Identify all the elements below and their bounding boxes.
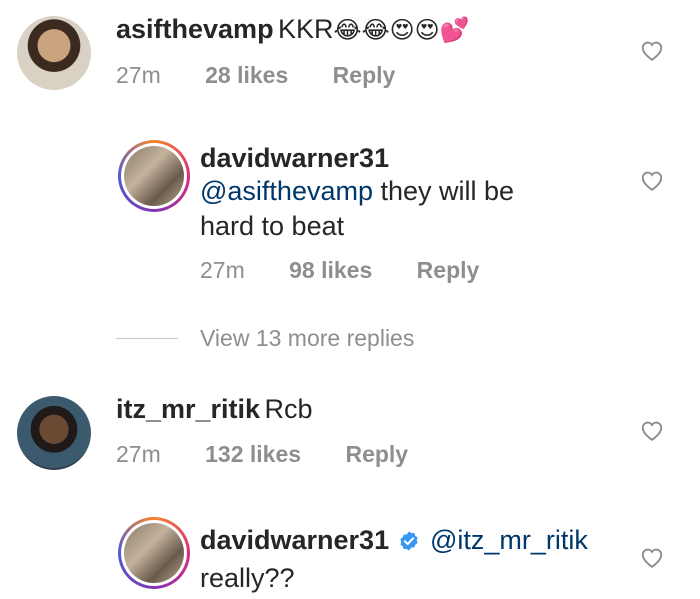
username-asifthevamp[interactable]: asifthevamp	[116, 14, 274, 44]
likes-count[interactable]: 132 likes	[205, 441, 301, 467]
comment-3-meta: 27m 132 likes Reply	[116, 441, 408, 468]
heart-outline-icon[interactable]	[639, 168, 665, 192]
comment-text-line2: really??	[200, 563, 295, 593]
avatar-itz-mr-ritik[interactable]	[17, 396, 91, 470]
mention-asifthevamp[interactable]: @asifthevamp	[200, 176, 373, 206]
reply-button[interactable]: Reply	[417, 257, 480, 283]
timestamp: 27m	[116, 441, 161, 467]
comment-4: davidwarner31 @itz_mr_ritik really??	[200, 524, 630, 595]
comment-2-meta: 27m 98 likes Reply	[200, 257, 479, 284]
likes-count[interactable]: 28 likes	[205, 62, 288, 88]
avatar-davidwarner31[interactable]	[118, 517, 190, 589]
timestamp: 27m	[116, 62, 161, 88]
reply-button[interactable]: Reply	[345, 441, 408, 467]
avatar-asifthevamp[interactable]	[17, 16, 91, 90]
heart-outline-icon[interactable]	[639, 418, 665, 442]
verified-badge-icon	[399, 531, 418, 551]
comment-2: davidwarner31 @asifthevamp they will be …	[200, 143, 620, 244]
comment-3: itz_mr_ritik Rcb	[116, 394, 313, 425]
comment-text: KKR	[278, 14, 334, 44]
reply-button[interactable]: Reply	[333, 62, 396, 88]
username-davidwarner31[interactable]: davidwarner31	[200, 143, 620, 174]
comment-text: they will be	[372, 176, 515, 206]
likes-count[interactable]: 98 likes	[289, 257, 372, 283]
emoji-text: 😂😂😍😍💕	[333, 17, 470, 44]
comment-1: asifthevamp KKR😂😂😍😍💕	[116, 14, 470, 45]
heart-outline-icon[interactable]	[639, 38, 665, 62]
username-itz-mr-ritik[interactable]: itz_mr_ritik	[116, 394, 260, 424]
comment-text-line2: hard to beat	[200, 211, 345, 241]
comment-text: Rcb	[264, 394, 313, 424]
view-more-replies-button[interactable]: View 13 more replies	[200, 325, 414, 352]
avatar-davidwarner31[interactable]	[118, 140, 190, 212]
heart-outline-icon[interactable]	[639, 545, 665, 569]
mention-itz-mr-ritik[interactable]: @itz_mr_ritik	[430, 525, 588, 555]
view-more-divider	[116, 338, 178, 339]
username-davidwarner31[interactable]: davidwarner31	[200, 525, 389, 555]
comment-1-meta: 27m 28 likes Reply	[116, 62, 395, 89]
timestamp: 27m	[200, 257, 245, 283]
